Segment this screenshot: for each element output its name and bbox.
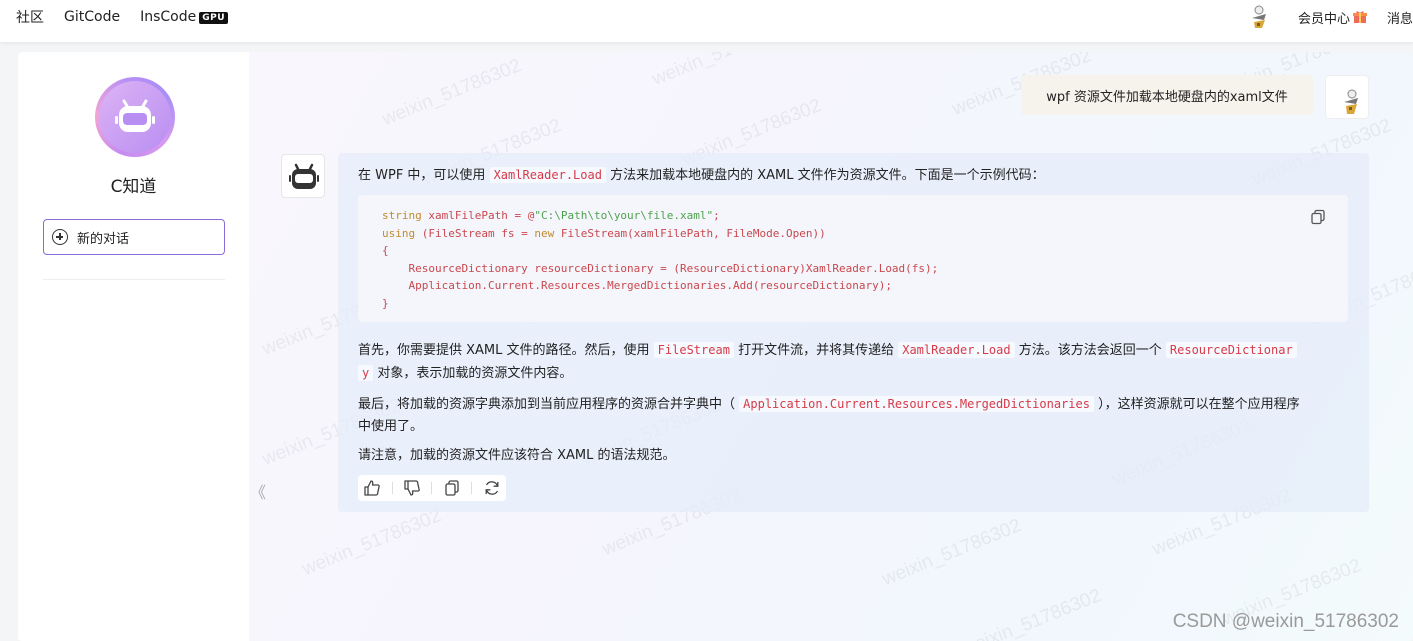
code-block: string xamlFilePath = @"C:\Path\to\your\…: [358, 195, 1348, 322]
member-center-label: 会员中心: [1297, 11, 1350, 27]
messages-link[interactable]: 消息: [1387, 8, 1413, 27]
nav-inscode-label: InsCode: [140, 9, 197, 25]
code-token: using: [382, 226, 416, 240]
answer-paragraph-2-cont: y 对象，表示加载的资源文件内容。: [358, 361, 572, 386]
nav-community[interactable]: 社区: [16, 7, 44, 27]
watermark: weixin_51786302: [299, 505, 445, 580]
new-chat-button[interactable]: 新的对话: [43, 219, 225, 255]
inline-code: ResourceDictionar: [1165, 342, 1297, 358]
user-avatar-icon: [1344, 89, 1358, 114]
collapse-sidebar-button[interactable]: 《: [250, 479, 266, 503]
bot-avatar: [281, 154, 325, 198]
text: 方法。该方法会返回一个: [1018, 343, 1162, 358]
separator: [471, 482, 473, 494]
brand-title: C知道: [110, 177, 157, 197]
sidebar: C知道 新的对话: [18, 52, 249, 641]
user-message-text: wpf 资源文件加载本地硬盘内的xaml文件: [1046, 89, 1288, 105]
main-panel: weixin_51786302 weixin_51786302 weixin_5…: [18, 52, 1413, 641]
nav-gitcode[interactable]: GitCode: [64, 9, 120, 25]
code-token: "C:\Path\to\your\file.xaml": [534, 209, 714, 222]
text: 首先，你需要提供 XAML 文件的路径。然后，使用: [358, 343, 650, 358]
gpu-badge: GPU: [199, 12, 229, 24]
code-token: {: [382, 244, 389, 257]
inline-code: FileStream: [653, 342, 734, 358]
csdn-watermark: CSDN @weixin_51786302: [1172, 611, 1399, 632]
answer-paragraph-2: 首先，你需要提供 XAML 文件的路径。然后，使用 FileStream 打开文…: [358, 338, 1297, 363]
code-token: xamlFilePath = @: [421, 209, 535, 222]
code-token: (FileStream fs =: [415, 226, 535, 240]
user-avatar: [1325, 75, 1369, 119]
separator: [431, 482, 433, 494]
code-token: }: [382, 296, 389, 310]
text: 方法来加载本地硬盘内的 XAML 文件作为资源文件。下面是一个示例代码：: [610, 168, 1045, 183]
c-zhidao-logo: [95, 77, 175, 157]
code-token: FileStream(xamlFilePath, FileMode.Open)): [554, 226, 826, 240]
inline-code: XamlReader.Load: [898, 342, 1015, 358]
top-nav: 社区 GitCode InsCode GPU: [16, 0, 229, 34]
top-navigation-bar: 社区 GitCode InsCode GPU 会员中心 消息: [0, 0, 1413, 42]
separator: [391, 482, 393, 494]
copy-icon[interactable]: [443, 479, 461, 497]
assistant-answer: 在 WPF 中，可以使用 XamlReader.Load 方法来加载本地硬盘内的…: [338, 153, 1369, 512]
member-center-link[interactable]: 会员中心: [1298, 8, 1367, 27]
code-token: new: [534, 226, 555, 240]
watermark: weixin_51786302: [879, 515, 1025, 590]
robot-icon: [289, 163, 319, 189]
text: ），这样资源就可以在整个应用程序: [1098, 397, 1300, 412]
plus-circle-icon: [52, 229, 68, 245]
gift-icon: [1353, 11, 1367, 23]
thumbs-down-icon[interactable]: [403, 479, 421, 497]
user-avatar-icon[interactable]: [1248, 4, 1270, 30]
sidebar-divider: [43, 279, 225, 280]
text: 在 WPF 中，可以使用: [358, 168, 486, 183]
code-content: string xamlFilePath = @"C:\Path\to\your\…: [382, 207, 938, 312]
regenerate-icon[interactable]: [483, 479, 501, 497]
answer-paragraph-3-cont: 中使用了。: [358, 419, 424, 434]
answer-paragraph-4: 请注意，加载的资源文件应该符合 XAML 的语法规范。: [358, 448, 676, 463]
answer-actions: [358, 475, 506, 501]
answer-paragraph-intro: 在 WPF 中，可以使用 XamlReader.Load 方法来加载本地硬盘内的…: [358, 163, 1045, 188]
watermark: weixin_51786302: [379, 55, 525, 130]
inline-code: Application.Current.Resources.MergedDict…: [739, 396, 1094, 412]
top-right-area: 会员中心 消息: [1248, 0, 1413, 34]
code-token: string: [382, 209, 422, 222]
nav-inscode[interactable]: InsCode GPU: [140, 9, 229, 25]
text: 打开文件流，并将其传递给: [738, 343, 895, 358]
watermark: weixin_51786302: [959, 585, 1105, 641]
copy-code-icon[interactable]: [1310, 209, 1326, 225]
new-chat-label: 新的对话: [77, 231, 130, 247]
code-token: Application.Current.Resources.MergedDict…: [382, 279, 892, 292]
inline-code: y: [358, 365, 374, 381]
text: 对象，表示加载的资源文件内容。: [377, 366, 573, 381]
code-token: ResourceDictionary resourceDictionary = …: [382, 261, 939, 275]
code-token: ;: [713, 209, 720, 222]
answer-paragraph-3: 最后，将加载的资源字典添加到当前应用程序的资源合并字典中（ Applicatio…: [358, 392, 1300, 417]
inline-code: XamlReader.Load: [489, 167, 606, 183]
text: 最后，将加载的资源字典添加到当前应用程序的资源合并字典中（: [358, 397, 736, 412]
watermark: weixin_51786302: [649, 52, 795, 90]
robot-icon: [115, 99, 155, 132]
user-message-bubble: wpf 资源文件加载本地硬盘内的xaml文件: [1021, 75, 1313, 115]
thumbs-up-icon[interactable]: [363, 479, 381, 497]
